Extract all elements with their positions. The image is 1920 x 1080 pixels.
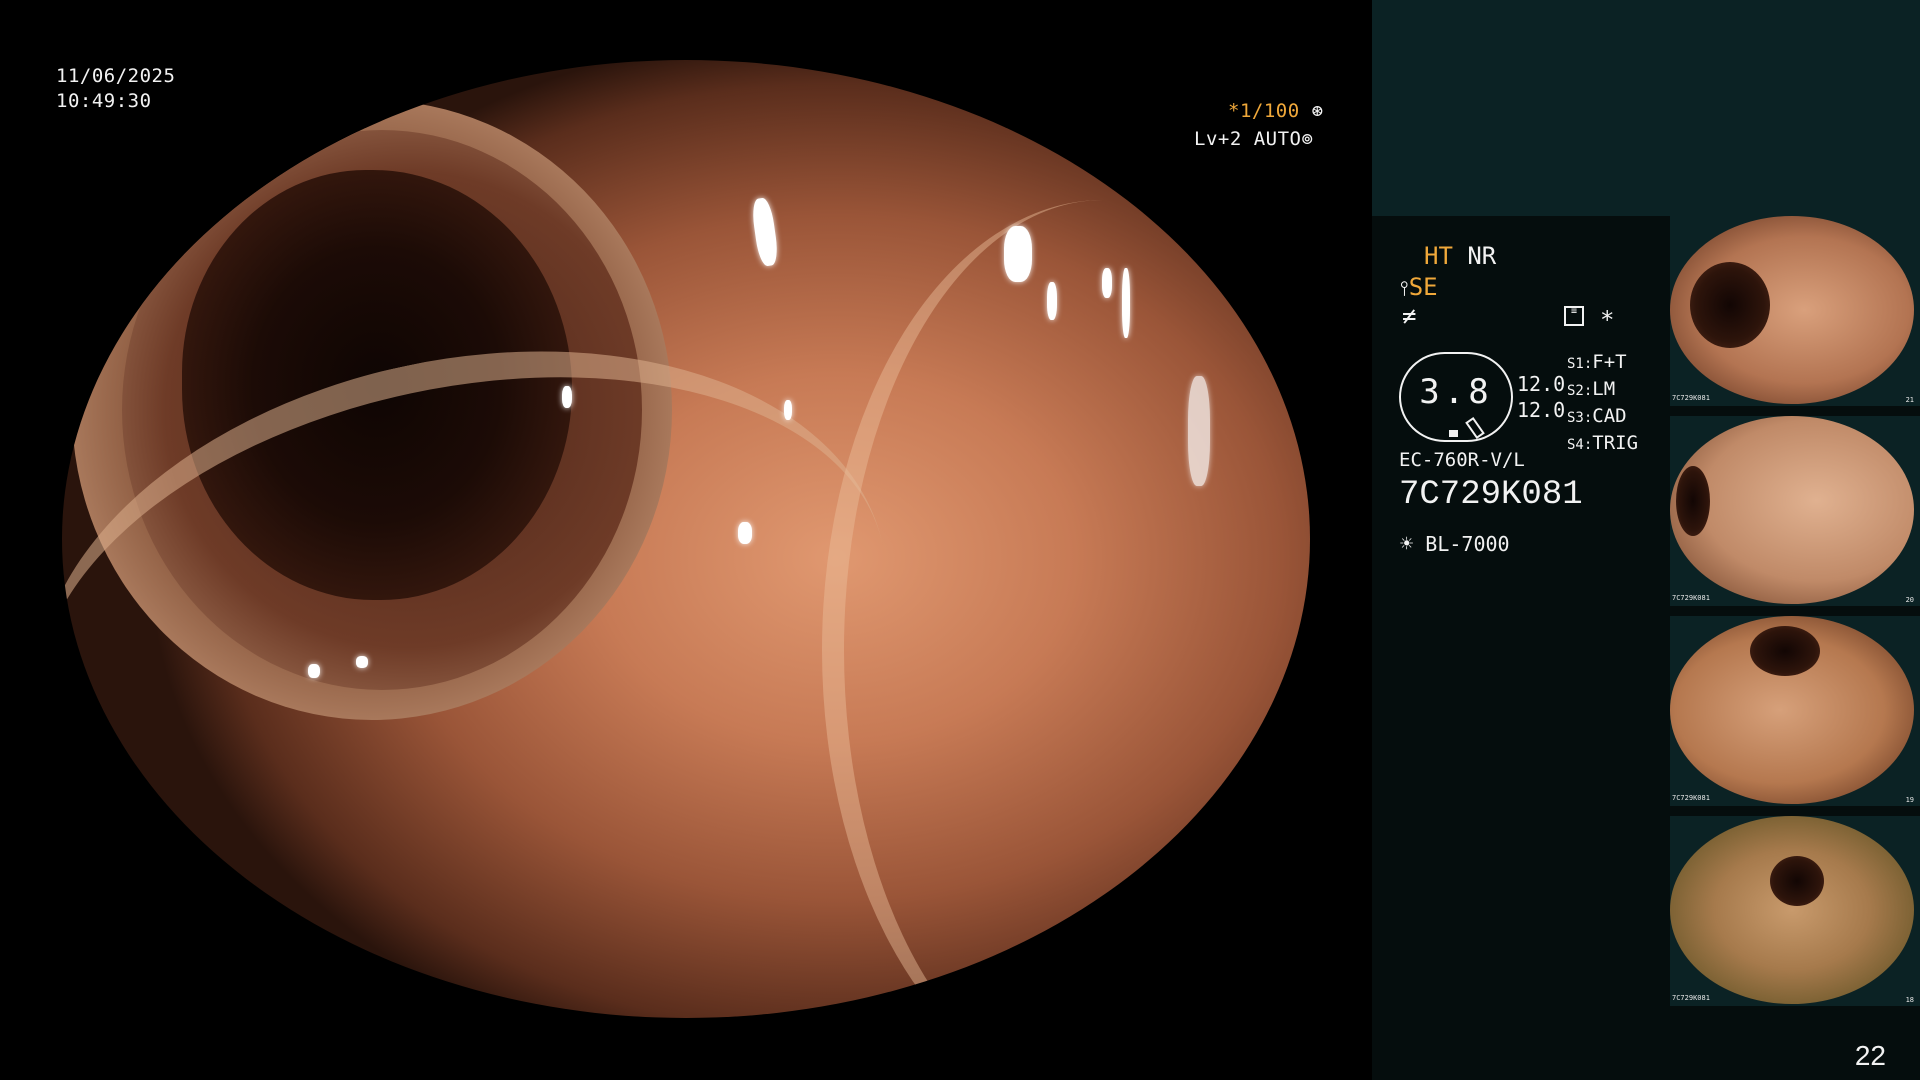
switch-key: S4: [1567,437,1593,453]
switch-row: S2:LM [1567,377,1638,404]
gauge-marker-icon [1449,430,1458,437]
switch-value: LM [1592,378,1616,400]
light-source-icon: ☀ [1400,532,1414,557]
endoscope-live-view [62,60,1310,1018]
scope-model: EC-760R-V/L [1399,449,1525,471]
thumbnail-lumen [1676,466,1710,536]
thumbnail-caption: 7C729K081 [1672,594,1710,602]
structure-enhancement: ⫯SE [1400,273,1438,301]
color-enhance-icon: ≠ [1402,302,1417,330]
light-reflection [562,386,572,408]
date-label: 11/06/2025 [56,65,176,87]
thumbnail-lumen [1750,626,1820,676]
se-label: SE [1408,273,1438,301]
shutter-speed: *1/100 ⊛ [1228,99,1324,124]
thumbnail-caption: 7C729K081 [1672,794,1710,802]
switch-row: S3:CAD [1567,404,1638,431]
thumbnail-lumen [1770,856,1824,906]
capture-thumbnail[interactable]: 7C729K081 21 [1670,216,1920,406]
switch-key: S1: [1567,356,1593,372]
aperture-icon: ⊛ [1311,100,1324,122]
thumbnail-number: 21 [1905,396,1914,404]
scope-serial: 7C729K081 [1399,476,1583,514]
light-reflection [308,664,320,678]
light-reflection [738,522,752,544]
capture-thumbnail[interactable]: 7C729K081 19 [1670,616,1920,806]
light-reflection [750,196,780,268]
light-reflection [356,656,368,668]
mode-value: AUTO [1253,128,1302,150]
star-label: * [1600,306,1615,334]
iris-icon: ⊚ [1301,128,1314,150]
panel-header [1372,0,1920,216]
light-source-value: BL-7000 [1425,532,1510,556]
scale-value-upper: 12.0 [1517,372,1566,396]
nr-label: NR [1467,242,1497,270]
level-value: Lv+2 [1194,128,1242,150]
shutter-speed-value: *1/100 [1228,100,1300,122]
light-reflection [272,936,304,948]
thumbnail-caption: 7C729K081 [1672,994,1710,1002]
light-reflection [1004,226,1032,282]
brightness-level: Lv+2 AUTO⊚ [1194,127,1313,152]
light-reflection [784,400,792,420]
page-number: 22 [1854,1040,1886,1071]
capture-thumbnail[interactable]: 7C729K081 20 [1670,416,1920,606]
thumbnail-caption: 7C729K081 [1672,394,1710,402]
settings-grid-icon: ≡ [1564,306,1584,326]
light-reflection [1188,376,1210,486]
light-reflection [1047,282,1057,320]
thumbnail-number: 19 [1905,796,1914,804]
structure-enhancement-icon: ⫯ [1400,276,1409,300]
capture-thumbnail[interactable]: 7C729K081 18 [1670,816,1920,1006]
switch-assignment: S1:F+T S2:LM S3:CAD S4:TRIG [1567,350,1638,458]
switch-key: S2: [1567,383,1593,399]
light-source: ☀ BL-7000 [1400,532,1510,557]
switch-value: CAD [1592,405,1627,427]
fold-rim-right [822,200,1310,1018]
switch-value: TRIG [1592,432,1639,454]
thumbnail-number: 20 [1905,596,1914,604]
magnification-value: 3.8 [1419,372,1493,412]
switch-row: S4:TRIG [1567,431,1638,458]
view-mask-bottom [0,1018,1370,1080]
time-label: 10:49:30 [56,90,152,112]
view-mask-top [0,0,1370,60]
ht-label: HT [1424,242,1453,270]
thumbnail-number: 18 [1905,996,1914,1004]
switch-row: S1:F+T [1567,350,1638,377]
processing-status: HT NR [1424,242,1496,270]
thumbnail-lumen [1690,262,1770,348]
switch-key: S3: [1567,410,1593,426]
light-reflection [1102,268,1112,298]
scale-value-lower: 12.0 [1517,398,1566,422]
switch-value: F+T [1592,351,1627,373]
thumbnail-image [1670,816,1914,1004]
light-reflection [1122,268,1130,338]
